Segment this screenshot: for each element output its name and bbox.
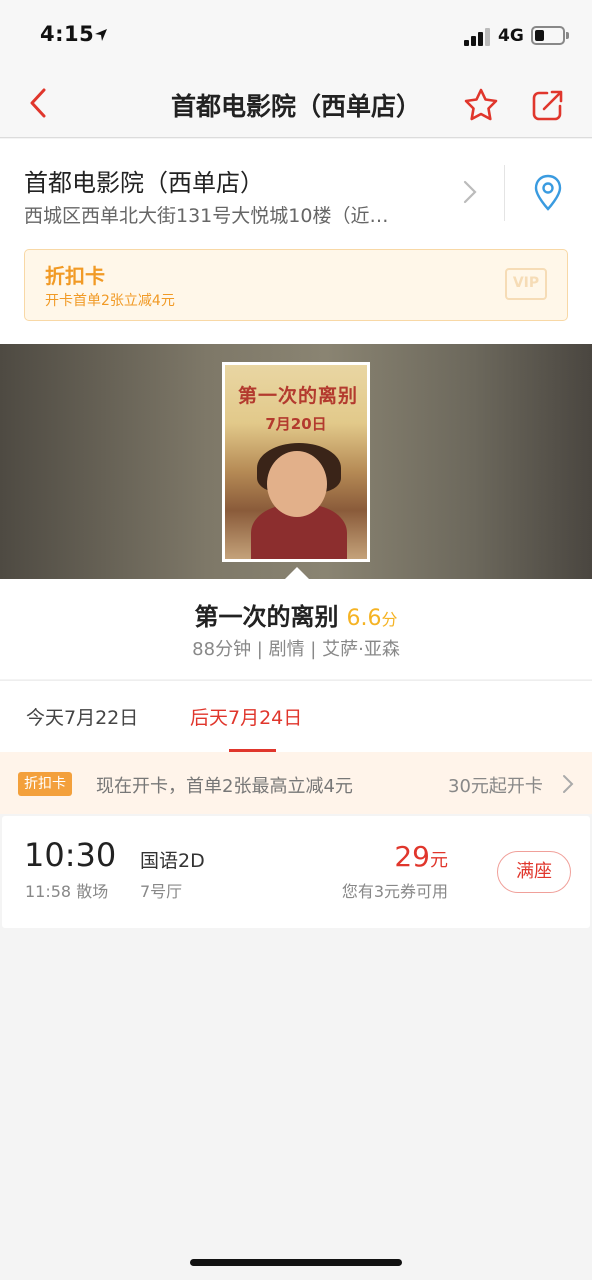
vip-card-icon: VIP xyxy=(505,268,547,300)
price-value: 29 xyxy=(394,840,430,873)
date-tabs: 今天7月22日 后天7月24日 xyxy=(0,680,592,752)
location-arrow-icon xyxy=(95,29,107,41)
price-unit: 元 xyxy=(430,850,448,871)
movie-score-unit: 分 xyxy=(381,610,398,629)
movie-meta: 88分钟 | 剧情 | 艾萨·亚森 xyxy=(192,639,400,660)
movie-score: 6.6 xyxy=(346,606,382,631)
movie-title: 第一次的离别 xyxy=(194,603,339,631)
share-icon[interactable] xyxy=(530,87,566,123)
showtime-price: 29元 xyxy=(302,840,448,873)
status-bar: 4:15 4G xyxy=(0,0,592,72)
poster-date: 7月20日 xyxy=(265,415,327,433)
divider xyxy=(504,165,505,221)
showtime-hall: 7号厅 xyxy=(140,882,183,901)
discount-promo-strip[interactable]: 折扣卡 现在开卡，首单2张最高立减4元 30元起开卡 xyxy=(0,752,592,814)
poster-pointer xyxy=(285,567,309,579)
date-tab-day-after-tomorrow[interactable]: 后天7月24日 xyxy=(190,703,302,730)
chevron-right-icon[interactable] xyxy=(462,179,478,205)
favorite-star-icon[interactable] xyxy=(462,86,500,124)
network-type: 4G xyxy=(498,26,524,46)
showtime-row[interactable]: 10:30 11:58 散场 国语2D 7号厅 29元 您有3元券可用 满座 xyxy=(2,816,590,928)
cinema-info-card: 首都电影院（西单店） 西城区西单北大街131号大悦城10楼（近… 折扣卡 开卡首… xyxy=(0,139,592,344)
movie-poster[interactable]: 第一次的离别 7月20日 xyxy=(222,362,370,562)
battery-tip xyxy=(566,32,569,39)
movie-title-row: 第一次的离别 6.6分 xyxy=(0,597,592,632)
showtime-language: 国语2D xyxy=(140,850,205,872)
poster-title: 第一次的离别 xyxy=(237,385,358,407)
battery-icon xyxy=(531,26,565,45)
date-tab-today[interactable]: 今天7月22日 xyxy=(26,703,138,730)
coupon-note: 您有3元券可用 xyxy=(341,882,448,901)
status-time: 4:15 xyxy=(40,22,95,46)
movie-info: 第一次的离别 6.6分 88分钟 | 剧情 | 艾萨·亚森 xyxy=(0,579,592,679)
cinema-name[interactable]: 首都电影院（西单店） xyxy=(24,163,264,198)
home-indicator[interactable] xyxy=(190,1259,402,1266)
back-icon[interactable] xyxy=(22,86,56,120)
movie-banner: 第一次的离别 7月20日 xyxy=(0,344,592,579)
promo-cta[interactable]: 30元起开卡 xyxy=(448,772,543,798)
promo-text: 现在开卡，首单2张最高立减4元 xyxy=(96,776,353,797)
sold-out-button[interactable]: 满座 xyxy=(497,851,571,893)
showtime-start: 10:30 xyxy=(24,836,117,874)
chevron-right-icon xyxy=(563,775,574,793)
signal-strength-icon xyxy=(464,28,492,46)
cinema-address[interactable]: 西城区西单北大街131号大悦城10楼（近… xyxy=(24,201,444,228)
promo-badge: 折扣卡 xyxy=(18,772,72,796)
discount-card-subtitle: 开卡首单2张立减4元 xyxy=(45,293,175,309)
poster-figure-face xyxy=(267,451,327,517)
showtime-end: 11:58 散场 xyxy=(25,882,109,901)
location-pin-icon[interactable] xyxy=(532,173,564,213)
discount-card-title: 折扣卡 xyxy=(45,264,105,288)
nav-bar: 首都电影院（西单店） xyxy=(0,72,592,138)
discount-card-banner[interactable]: 折扣卡 开卡首单2张立减4元 VIP xyxy=(24,249,568,321)
page-title: 首都电影院（西单店） xyxy=(170,92,421,121)
